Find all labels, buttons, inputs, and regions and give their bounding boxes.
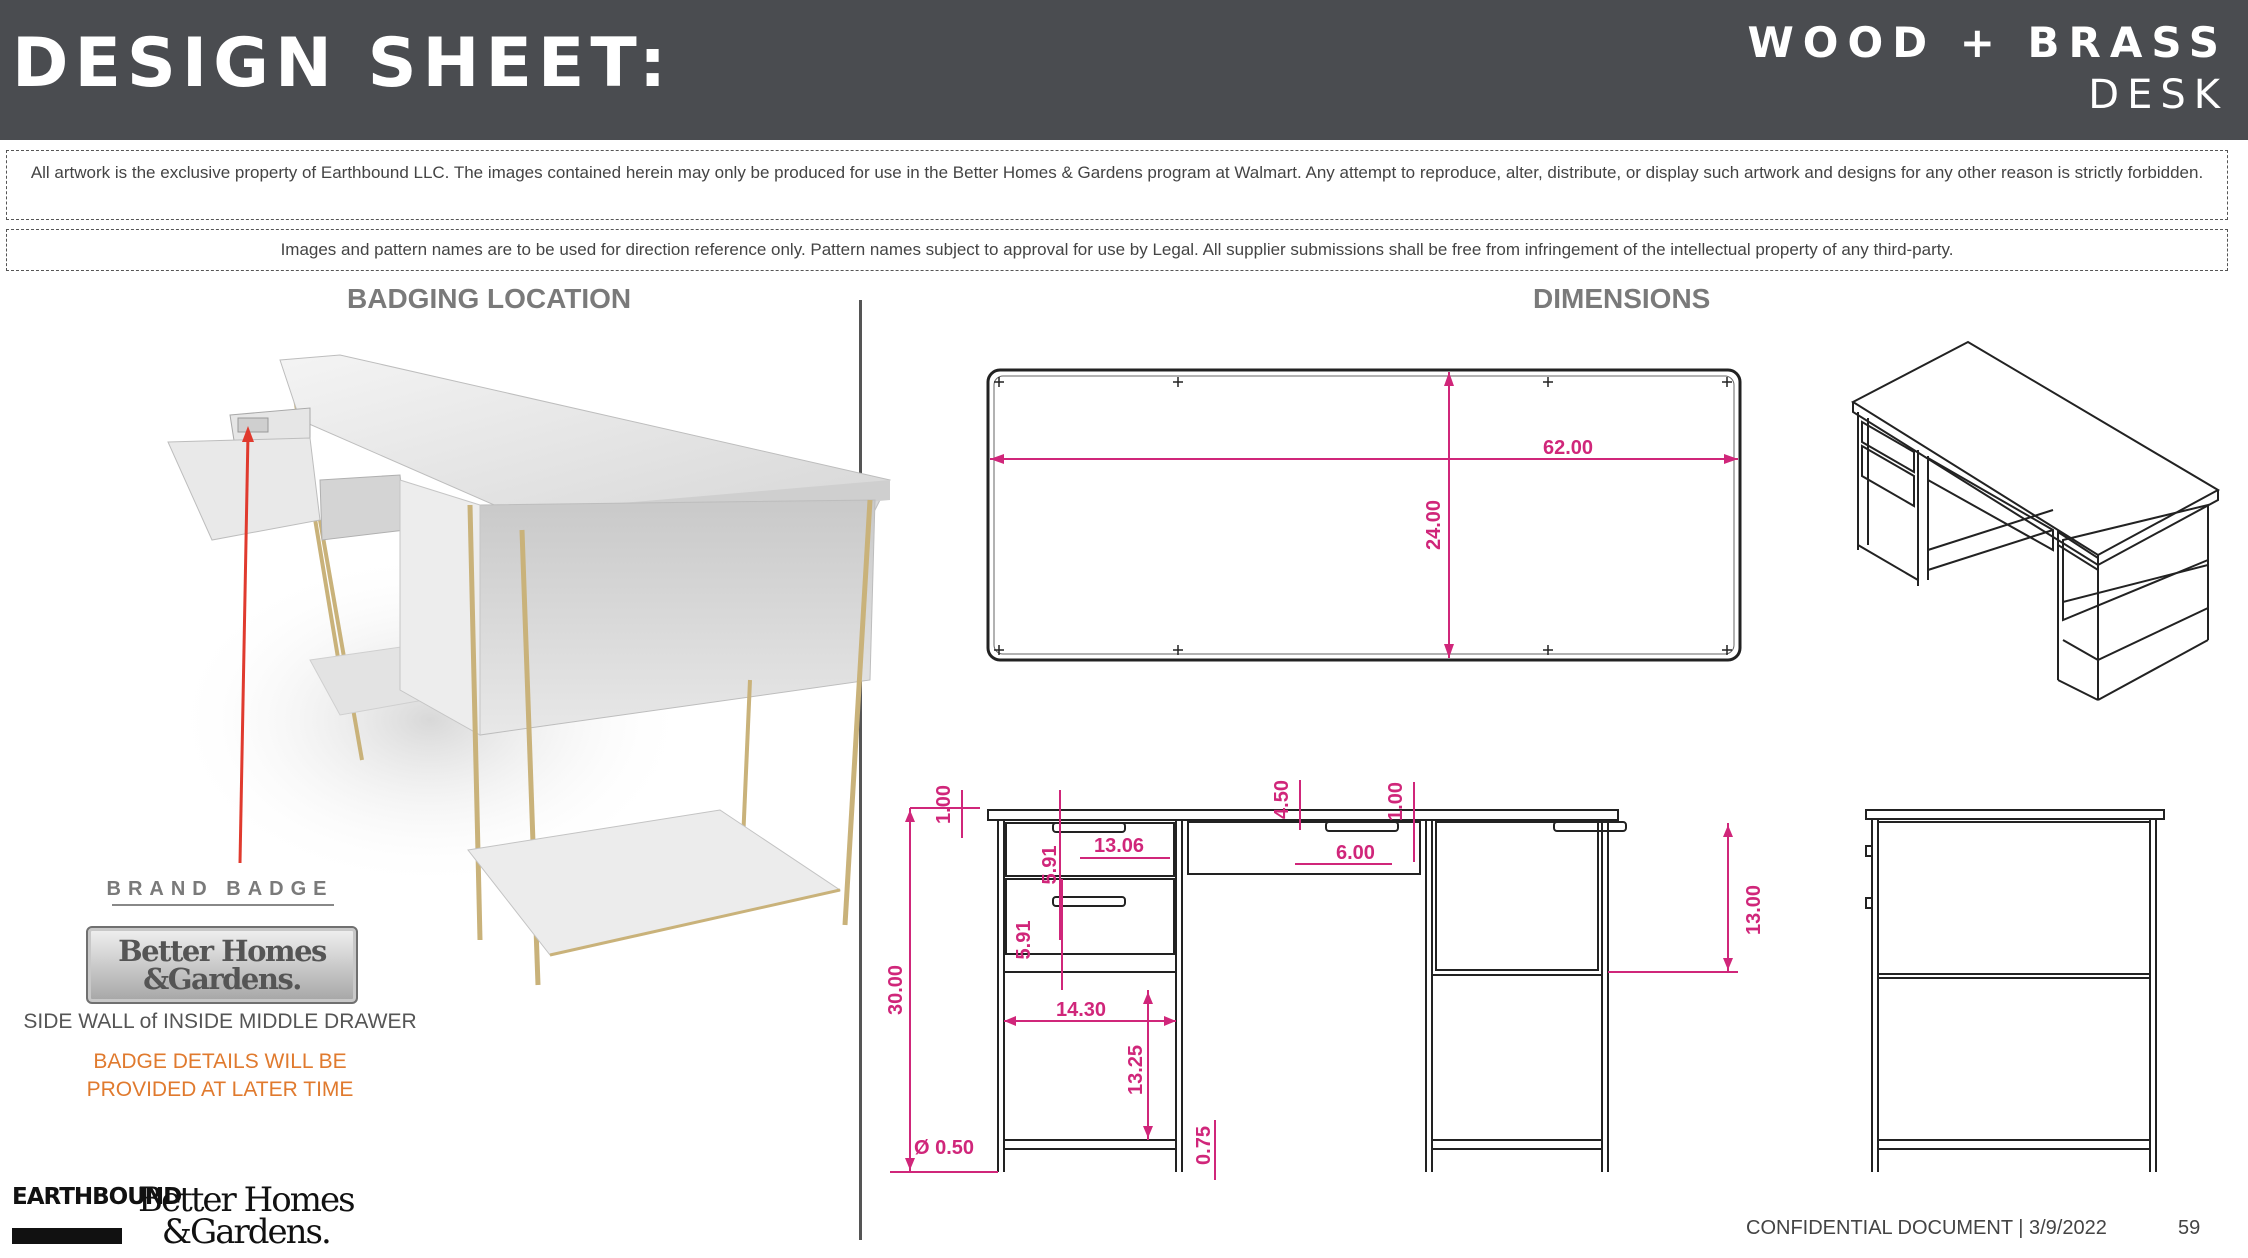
dim-shelf-thickness: 0.75 bbox=[1193, 1126, 1215, 1165]
dim-drawer-width: 13.06 bbox=[1094, 835, 1144, 857]
dim-drawer-height-upper: 5.91 bbox=[1039, 846, 1061, 885]
dim-drawer-height-lower: 5.91 bbox=[1013, 921, 1035, 960]
dim-top-thickness: 1.00 bbox=[933, 785, 955, 824]
dim-apron-height: 4.50 bbox=[1271, 780, 1293, 819]
badge-location-text: SIDE WALL of INSIDE MIDDLE DRAWER bbox=[23, 1010, 417, 1033]
dim-total-height: 30.00 bbox=[885, 965, 907, 1015]
isometric-line-drawing bbox=[1850, 340, 2221, 701]
earthbound-logo-bar bbox=[12, 1228, 122, 1244]
brand-badge-underline bbox=[112, 904, 334, 906]
copyright-notice: All artwork is the exclusive property of… bbox=[6, 150, 2228, 220]
page-title: DESIGN SHEET: bbox=[12, 24, 673, 103]
dimensions-section-title: DIMENSIONS bbox=[1533, 283, 1711, 314]
bhg-logo: Better Homes &Gardens. bbox=[138, 1183, 356, 1252]
header-bar: DESIGN SHEET: WOOD + BRASS DESK bbox=[0, 0, 2248, 140]
product-subtitle: DESK bbox=[2088, 72, 2228, 118]
dim-depth-label: 24.00 bbox=[1423, 500, 1445, 550]
dim-drawer-gap: 1.00 bbox=[1385, 782, 1407, 821]
badge-note-line2: PROVIDED AT LATER TIME bbox=[86, 1078, 354, 1101]
brand-badge-label: BRAND BADGE bbox=[106, 878, 334, 900]
dim-right-drawer-height: 13.00 bbox=[1743, 885, 1765, 935]
bhg-logo-line2: &Gardens. bbox=[161, 1212, 332, 1252]
dim-cabinet-width: 14.30 bbox=[1056, 999, 1106, 1021]
front-view-drawing: 1.00 4.50 1.00 13.06 5.91 5.91 6.00 13.0… bbox=[885, 780, 1765, 1180]
badge-text-line2: &Gardens. bbox=[143, 962, 302, 996]
brand-badge-image: Better Homes &Gardens. bbox=[86, 926, 358, 1004]
badging-section-title: BADGING LOCATION bbox=[347, 283, 632, 314]
product-title: WOOD + BRASS bbox=[1747, 18, 2228, 67]
badge-note-line1: BADGE DETAILS WILL BE bbox=[93, 1050, 347, 1073]
reference-notice: Images and pattern names are to be used … bbox=[6, 229, 2228, 271]
dim-pull-width: 6.00 bbox=[1336, 842, 1375, 864]
confidential-label: CONFIDENTIAL DOCUMENT | 3/9/2022 bbox=[1746, 1217, 2107, 1239]
top-view-drawing: 62.00 24.00 bbox=[986, 368, 1742, 662]
dim-shelf-height: 13.25 bbox=[1125, 1045, 1147, 1095]
page-number: 59 bbox=[2178, 1217, 2201, 1239]
badge-details-note: BADGE DETAILS WILL BE PROVIDED AT LATER … bbox=[40, 1048, 400, 1104]
dim-width-label: 62.00 bbox=[1543, 437, 1593, 459]
dim-leg-diameter: Ø 0.50 bbox=[914, 1137, 974, 1159]
side-view-drawing bbox=[1865, 809, 2165, 1172]
